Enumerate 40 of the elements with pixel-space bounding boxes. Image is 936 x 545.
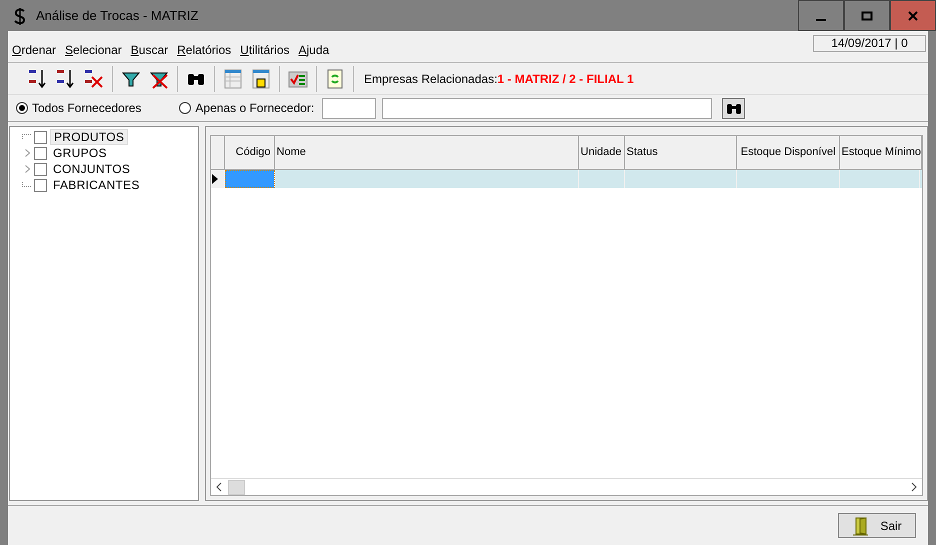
maximize-button[interactable]: [844, 0, 890, 31]
close-button[interactable]: [890, 0, 936, 31]
checkbox[interactable]: [34, 130, 47, 144]
checkbox[interactable]: [34, 146, 47, 160]
radio-circle[interactable]: [179, 102, 192, 114]
scrollbar-thumb[interactable]: [228, 480, 245, 494]
radio-option[interactable]: Apenas o Fornecedor:: [179, 99, 314, 117]
tree-item[interactable]: PRODUTOS: [50, 129, 128, 145]
door-icon: [852, 516, 870, 536]
radio-option[interactable]: Todos Fornecedores: [16, 99, 142, 117]
menu-item[interactable]: Ordenar: [8, 35, 62, 59]
binoculars-icon: [726, 101, 742, 115]
menu-item[interactable]: Utilitários: [236, 35, 294, 59]
tree-line: [22, 134, 32, 140]
chevron-left-icon: [215, 482, 224, 492]
row-indicator-icon: [210, 174, 219, 184]
tree-item[interactable]: GRUPOS: [50, 146, 110, 160]
radio-circle[interactable]: [16, 102, 28, 114]
chevron-right-icon: [910, 482, 918, 492]
app-icon: [12, 7, 28, 26]
tree-item[interactable]: CONJUNTOS: [50, 162, 134, 176]
checkbox[interactable]: [34, 178, 47, 192]
close-icon: [907, 10, 919, 22]
checkbox[interactable]: [34, 162, 47, 176]
minimize-icon: [816, 18, 826, 20]
minimize-button[interactable]: [798, 0, 844, 31]
maximize-icon: [861, 10, 873, 22]
tree-line: [22, 182, 32, 188]
companies-label: Empresas Relacionadas:1 - MATRIZ / 2 - FILIAL 1: [364, 70, 634, 88]
tree-item[interactable]: FABRICANTES: [50, 178, 143, 192]
exit-button[interactable]: Sair: [838, 513, 916, 538]
window-title: Análise de Trocas - MATRIZ: [36, 6, 198, 25]
search-button[interactable]: [722, 98, 746, 118]
menu-item[interactable]: Relatórios: [173, 35, 236, 59]
menu-item[interactable]: Buscar: [126, 35, 174, 59]
supplier-name-field[interactable]: [382, 98, 712, 118]
menu-item[interactable]: Ajuda: [294, 35, 334, 59]
date-field: 14/09/2017 | 0: [813, 35, 926, 52]
menu-item[interactable]: Selecionar: [61, 35, 127, 59]
supplier-code-field[interactable]: [322, 98, 376, 118]
